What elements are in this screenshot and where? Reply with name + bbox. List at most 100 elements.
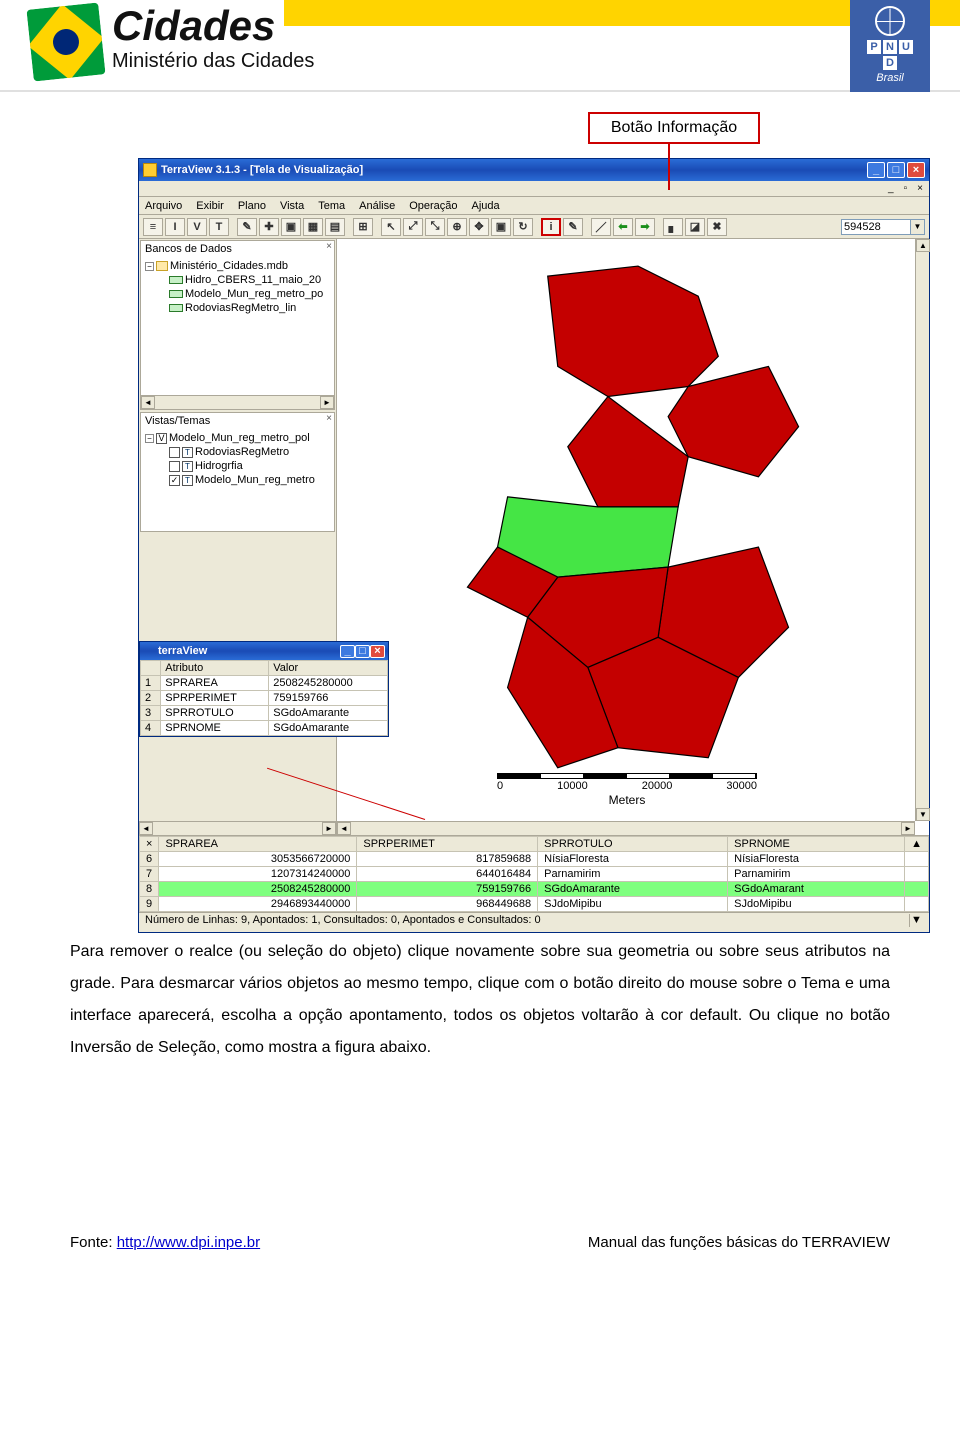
col-header[interactable]: SPRROTULO <box>538 837 728 852</box>
scroll-up-icon[interactable]: ▲ <box>905 837 929 852</box>
table-row[interactable]: 71207314240000644016484ParnamirimParnami… <box>140 867 929 882</box>
menu-arquivo[interactable]: Arquivo <box>145 200 182 212</box>
menu-operacao[interactable]: Operação <box>409 200 457 212</box>
grid-icon[interactable]: ▦ <box>303 218 323 236</box>
menu-tema[interactable]: Tema <box>318 200 345 212</box>
mdi-restore-button[interactable]: _ <box>888 183 894 194</box>
vt-tree[interactable]: −VModelo_Mun_reg_metro_pol TRodoviasRegM… <box>141 429 334 487</box>
scroll-left-icon[interactable]: ◄ <box>141 396 155 409</box>
vt-root[interactable]: Modelo_Mun_reg_metro_pol <box>169 432 310 444</box>
cell: 644016484 <box>357 867 538 882</box>
import-icon[interactable]: I <box>165 218 185 236</box>
table-row[interactable]: 92946893440000968449688SJdoMipibuSJdoMip… <box>140 897 929 912</box>
maximize-button[interactable]: □ <box>355 645 370 658</box>
theme-item[interactable]: RodoviasRegMetro <box>195 446 289 458</box>
tile-icon[interactable]: ⊞ <box>353 218 373 236</box>
scroll-left-icon[interactable]: ◄ <box>139 822 153 835</box>
scroll-right-icon[interactable]: ► <box>322 822 336 835</box>
db-tree[interactable]: − Ministério_Cidades.mdb Hidro_CBERS_11_m… <box>141 257 334 315</box>
col-header[interactable]: Valor <box>269 661 388 676</box>
scroll-up-icon[interactable]: ▲ <box>916 239 930 252</box>
measure-icon[interactable]: ✎ <box>563 218 583 236</box>
pointer-icon[interactable]: ↖ <box>381 218 401 236</box>
invert-icon[interactable]: ◪ <box>685 218 705 236</box>
window-titlebar[interactable]: TerraView 3.1.3 - [Tela de Visualização]… <box>139 159 929 181</box>
scroll-right-icon[interactable]: ► <box>320 396 334 409</box>
table-row[interactable]: 63053566720000817859688NísiaFlorestaNísi… <box>140 852 929 867</box>
row-num: 7 <box>140 867 159 882</box>
mdi-close-button[interactable]: × <box>917 183 923 194</box>
db-icon[interactable]: ≡ <box>143 218 163 236</box>
theme-item[interactable]: Modelo_Mun_reg_metro <box>195 474 315 486</box>
scroll-down-icon[interactable]: ▼ <box>916 808 930 821</box>
maximize-button[interactable]: □ <box>887 162 905 178</box>
table-row[interactable]: 1SPRAREA2508245280000 <box>141 676 388 691</box>
menu-plano[interactable]: Plano <box>238 200 266 212</box>
attribute-popup[interactable]: terraView _ □ × Atributo Valor 1SPRAREA2… <box>139 641 389 737</box>
tool2-icon[interactable]: ✚ <box>259 218 279 236</box>
info-button[interactable]: i <box>541 218 561 236</box>
select-icon[interactable]: ▖ <box>663 218 683 236</box>
checkbox[interactable]: ✓ <box>169 475 180 486</box>
layer-item[interactable]: RodoviasRegMetro_lin <box>185 302 296 314</box>
pan-icon[interactable]: ✥ <box>469 218 489 236</box>
view-icon[interactable]: V <box>187 218 207 236</box>
panel-close-icon[interactable]: × <box>326 413 332 424</box>
menu-vista[interactable]: Vista <box>280 200 304 212</box>
theme-item[interactable]: Hidrogrfia <box>195 460 243 472</box>
expand-icon[interactable]: − <box>145 262 154 271</box>
checkbox[interactable] <box>169 461 180 472</box>
menu-exibir[interactable]: Exibir <box>196 200 224 212</box>
minimize-button[interactable]: _ <box>340 645 355 658</box>
vscrollbar[interactable]: ▲ ▼ <box>915 239 929 821</box>
zoom-out-icon[interactable]: ⤡ <box>425 218 445 236</box>
col-header[interactable]: SPRAREA <box>159 837 357 852</box>
expand-icon[interactable]: − <box>145 434 154 443</box>
col-header[interactable]: Atributo <box>161 661 269 676</box>
checkbox[interactable] <box>169 447 180 458</box>
minimize-button[interactable]: _ <box>867 162 885 178</box>
menu-ajuda[interactable]: Ajuda <box>472 200 500 212</box>
dropdown-icon[interactable]: ▼ <box>911 219 925 235</box>
prev-icon[interactable]: ⬅ <box>613 218 633 236</box>
mdi-maximize-button[interactable]: ▫ <box>904 183 908 194</box>
cell: 2508245280000 <box>269 676 388 691</box>
close-button[interactable]: × <box>907 162 925 178</box>
table-row[interactable]: 4SPRNOMESGdoAmarante <box>141 721 388 736</box>
refresh-icon[interactable]: ↻ <box>513 218 533 236</box>
zoom-area-icon[interactable]: ⊕ <box>447 218 467 236</box>
edit-icon[interactable]: ／ <box>591 218 611 236</box>
table-row[interactable]: 2SPRPERIMET759159766 <box>141 691 388 706</box>
cell: SGdoAmarante <box>269 721 388 736</box>
layer-item[interactable]: Modelo_Mun_reg_metro_po <box>185 288 323 300</box>
app-icon <box>143 163 157 177</box>
panel-close-icon[interactable]: × <box>326 241 332 252</box>
footer-source-link[interactable]: http://www.dpi.inpe.br <box>117 1234 260 1251</box>
col-header[interactable]: SPRNOME <box>728 837 905 852</box>
theme-icon[interactable]: T <box>209 218 229 236</box>
scroll-left-icon[interactable]: ◄ <box>337 822 351 835</box>
data-table[interactable]: × SPRAREA SPRPERIMET SPRROTULO SPRNOME ▲… <box>139 836 929 912</box>
next-icon[interactable]: ➡ <box>635 218 655 236</box>
grid-close-icon[interactable]: × <box>140 837 159 852</box>
zoom-in-icon[interactable]: ⤢ <box>403 218 423 236</box>
db-root[interactable]: Ministério_Cidades.mdb <box>170 260 288 272</box>
tool-icon[interactable]: ✎ <box>237 218 257 236</box>
display-icon[interactable]: ▣ <box>281 218 301 236</box>
layer-item[interactable]: Hidro_CBERS_11_maio_20 <box>185 274 321 286</box>
fit-icon[interactable]: ▣ <box>491 218 511 236</box>
both-icon[interactable]: ▤ <box>325 218 345 236</box>
clear-icon[interactable]: ✖ <box>707 218 727 236</box>
scale-input[interactable] <box>841 219 911 235</box>
view-box-icon[interactable]: V <box>156 433 167 444</box>
close-button[interactable]: × <box>370 645 385 658</box>
scroll-down-icon[interactable]: ▼ <box>909 914 923 927</box>
map-canvas[interactable]: 0 10000 20000 30000 Meters ▲ ▼ ◄ ► <box>337 239 929 835</box>
table-row[interactable]: 3SPRROTULOSGdoAmarante <box>141 706 388 721</box>
db-panel-title: Bancos de Dados <box>141 241 334 257</box>
col-header[interactable]: SPRPERIMET <box>357 837 538 852</box>
scroll-right-icon[interactable]: ► <box>901 822 915 835</box>
table-row-selected[interactable]: 82508245280000759159766SGdoAmaranteSGdoA… <box>140 882 929 897</box>
scale-combo[interactable]: ▼ <box>841 219 925 235</box>
menu-analise[interactable]: Análise <box>359 200 395 212</box>
